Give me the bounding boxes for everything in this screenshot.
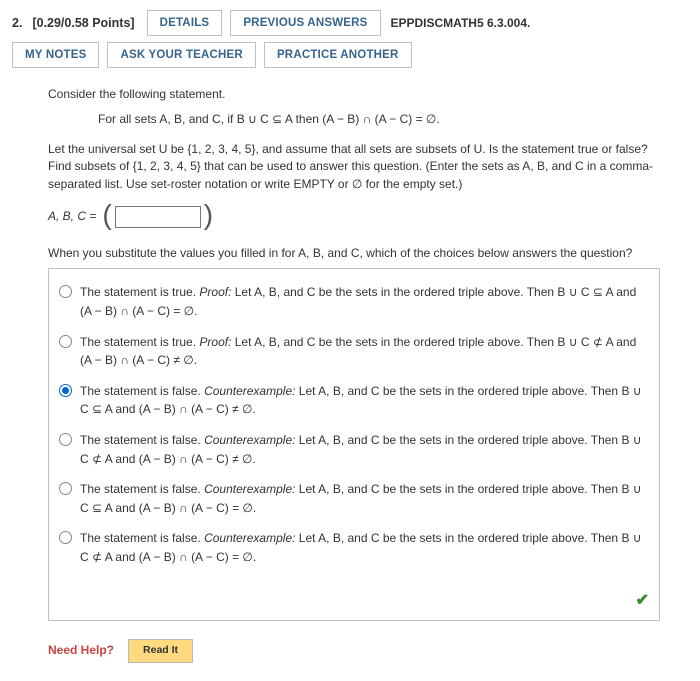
choice-prefix: The statement is false.: [80, 482, 204, 496]
choice-row[interactable]: The statement is true. Proof: Let A, B, …: [59, 283, 643, 320]
read-it-button[interactable]: Read It: [128, 639, 193, 662]
choice-text: The statement is false. Counterexample: …: [80, 431, 643, 468]
need-help-row: Need Help? Read It: [48, 639, 660, 662]
choice-row[interactable]: The statement is false. Counterexample: …: [59, 529, 643, 566]
choice-row[interactable]: The statement is true. Proof: Let A, B, …: [59, 333, 643, 370]
paren-right: ): [204, 201, 213, 229]
choice-em: Proof:: [199, 335, 231, 349]
substitute-prompt: When you substitute the values you fille…: [48, 245, 660, 262]
statement-text: For all sets A, B, and C, if B ∪ C ⊆ A t…: [98, 111, 660, 128]
choice-prefix: The statement is true.: [80, 335, 199, 349]
practice-another-button[interactable]: PRACTICE ANOTHER: [264, 42, 412, 68]
choice-em: Proof:: [199, 285, 231, 299]
choice-em: Counterexample:: [204, 384, 295, 398]
choice-prefix: The statement is false.: [80, 531, 204, 545]
choice-text: The statement is true. Proof: Let A, B, …: [80, 283, 643, 320]
reference-id: EPPDISCMATH5 6.3.004.: [391, 16, 531, 30]
choice-radio[interactable]: [59, 285, 72, 298]
choice-radio[interactable]: [59, 384, 72, 397]
choice-text: The statement is true. Proof: Let A, B, …: [80, 333, 643, 370]
paren-left: (: [102, 201, 111, 229]
choice-row[interactable]: The statement is false. Counterexample: …: [59, 431, 643, 468]
question-number: 2.: [12, 16, 22, 30]
my-notes-button[interactable]: MY NOTES: [12, 42, 99, 68]
choice-em: Counterexample:: [204, 433, 295, 447]
choice-row[interactable]: The statement is false. Counterexample: …: [59, 480, 643, 517]
answer-input-line: A, B, C = ( ): [48, 203, 660, 231]
ask-teacher-button[interactable]: ASK YOUR TEACHER: [107, 42, 255, 68]
choices-box: The statement is true. Proof: Let A, B, …: [48, 268, 660, 621]
question-content: Consider the following statement. For al…: [0, 78, 700, 681]
sets-input[interactable]: [115, 206, 201, 228]
choice-em: Counterexample:: [204, 531, 295, 545]
instructions-text: Let the universal set U be {1, 2, 3, 4, …: [48, 141, 660, 193]
choice-text: The statement is false. Counterexample: …: [80, 529, 643, 566]
choice-radio[interactable]: [59, 433, 72, 446]
choice-text: The statement is false. Counterexample: …: [80, 382, 643, 419]
choice-prefix: The statement is false.: [80, 384, 204, 398]
details-button[interactable]: DETAILS: [147, 10, 223, 36]
choice-radio[interactable]: [59, 482, 72, 495]
choice-em: Counterexample:: [204, 482, 295, 496]
previous-answers-button[interactable]: PREVIOUS ANSWERS: [230, 10, 380, 36]
choice-text: The statement is false. Counterexample: …: [80, 480, 643, 517]
answer-label: A, B, C =: [48, 208, 96, 225]
choice-row[interactable]: The statement is false. Counterexample: …: [59, 382, 643, 419]
question-header-secondary: MY NOTES ASK YOUR TEACHER PRACTICE ANOTH…: [0, 42, 700, 78]
question-header: 2. [0.29/0.58 Points] DETAILS PREVIOUS A…: [0, 0, 700, 42]
question-points: [0.29/0.58 Points]: [32, 16, 134, 30]
choice-prefix: The statement is true.: [80, 285, 199, 299]
choice-radio[interactable]: [59, 531, 72, 544]
choice-prefix: The statement is false.: [80, 433, 204, 447]
choice-radio[interactable]: [59, 335, 72, 348]
need-help-label: Need Help?: [48, 642, 114, 659]
correct-check-icon: ✔: [636, 589, 649, 612]
consider-text: Consider the following statement.: [48, 86, 660, 103]
